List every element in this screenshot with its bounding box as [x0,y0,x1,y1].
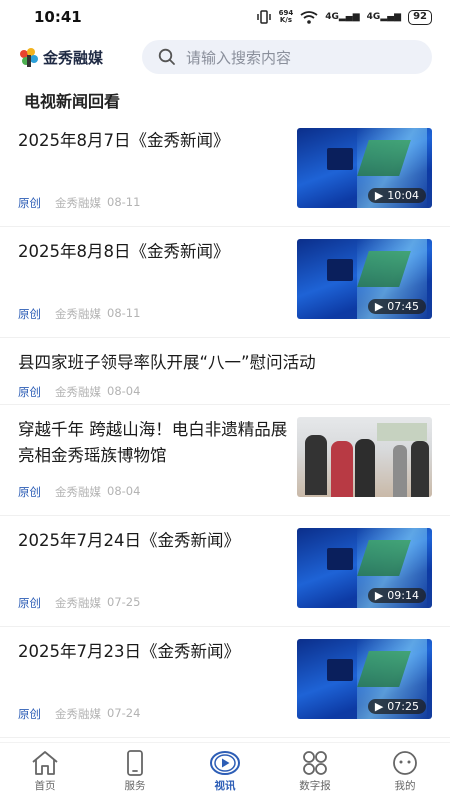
search-input[interactable]: 请输入搜索内容 [142,40,432,74]
tab-digital-paper[interactable]: 数字报 [280,750,350,793]
news-meta: 原创 金秀融媒 08-11 [18,306,140,322]
news-source: 金秀融媒 [55,196,101,210]
battery-indicator: 92 [408,9,432,25]
signal-label-2: 4G [366,12,381,22]
video-thumbnail[interactable]: ▶ 09:14 [297,528,432,608]
news-title: 2025年8月8日《金秀新闻》 [18,242,230,261]
news-date: 07-24 [107,706,141,720]
news-item[interactable]: 2025年8月7日《金秀新闻》 原创 金秀融媒 08-11 ▶ 10:04 [0,116,450,227]
profile-icon [393,751,417,775]
status-time: 10:41 [34,8,82,26]
news-item[interactable]: 穿越千年 跨越山海！电白非遗精品展亮相金秀瑶族博物馆 原创 金秀融媒 08-04 [0,405,450,516]
tab-profile[interactable]: 我的 [370,750,440,793]
play-icon: ▶ [374,589,384,602]
search-icon [158,48,175,65]
news-list: 2025年8月7日《金秀新闻》 原创 金秀融媒 08-11 ▶ 10:04 202… [0,116,450,738]
original-tag: 原创 [18,307,41,321]
news-meta: 原创 金秀融媒 08-04 [18,484,140,500]
news-date: 08-11 [107,195,141,209]
news-source: 金秀融媒 [55,485,101,499]
news-source: 金秀融媒 [55,385,101,399]
duration-text: 10:04 [387,189,419,202]
wifi-icon [300,10,318,24]
news-title: 2025年8月7日《金秀新闻》 [18,131,230,150]
original-tag: 原创 [18,196,41,210]
tab-video[interactable]: 视讯 [190,750,260,793]
video-duration: ▶ 07:25 [367,699,426,714]
news-date: 08-04 [107,484,141,498]
app-logo[interactable]: 金秀融媒 [18,46,142,68]
news-title: 2025年7月23日《金秀新闻》 [18,642,240,661]
net-speed: 694 K/s [279,10,294,24]
bottom-tab-bar: 首页 服务 视讯 数字报 我的 [0,742,450,800]
signal-icon: 4G▂▄▆ [366,12,402,22]
tab-label: 服务 [124,780,146,792]
news-date: 08-04 [107,384,141,398]
vibrate-icon [256,10,271,24]
video-thumbnail[interactable]: ▶ 10:04 [297,128,432,208]
signal-icon: 4G▂▄▆ [325,12,360,22]
original-tag: 原创 [18,485,41,499]
news-title: 县四家班子领导率队开展“八一”慰问活动 [18,353,316,372]
tab-label: 数字报 [299,780,331,792]
section-title: 电视新闻回看 [24,92,121,111]
video-duration: ▶ 07:45 [367,299,426,314]
news-source: 金秀融媒 [55,707,101,721]
tab-label: 首页 [34,780,56,792]
tab-service[interactable]: 服务 [100,750,170,793]
grid-icon [303,751,327,775]
original-tag: 原创 [18,596,41,610]
news-source: 金秀融媒 [55,307,101,321]
news-meta: 原创 金秀融媒 07-25 [18,595,140,611]
tab-label: 视讯 [214,780,236,792]
phone-icon [127,750,143,776]
news-title: 穿越千年 跨越山海！电白非遗精品展亮相金秀瑶族博物馆 [18,420,288,465]
video-thumbnail[interactable]: ▶ 07:25 [297,639,432,719]
home-icon [32,751,58,775]
play-icon: ▶ [374,189,384,202]
tab-label: 我的 [394,780,416,792]
news-item[interactable]: 县四家班子领导率队开展“八一”慰问活动 原创 金秀融媒 08-04 [0,338,450,405]
photo-thumbnail[interactable] [297,417,432,497]
video-thumbnail[interactable]: ▶ 07:45 [297,239,432,319]
play-icon [210,751,240,775]
search-placeholder: 请输入搜索内容 [186,48,292,67]
news-title: 2025年7月24日《金秀新闻》 [18,531,240,550]
video-duration: ▶ 10:04 [367,188,426,203]
news-item[interactable]: 2025年7月23日《金秀新闻》 原创 金秀融媒 07-24 ▶ 07:25 [0,627,450,738]
signal-label-1: 4G [325,12,339,22]
original-tag: 原创 [18,385,41,399]
news-meta: 原创 金秀融媒 08-04 [18,384,140,400]
duration-text: 09:14 [387,589,419,602]
play-icon: ▶ [374,300,384,313]
header: 金秀融媒 请输入搜索内容 [0,36,450,78]
original-tag: 原创 [18,707,41,721]
news-date: 07-25 [107,595,141,609]
logo-text: 金秀融媒 [43,48,104,67]
news-date: 08-11 [107,306,141,320]
news-item[interactable]: 2025年7月24日《金秀新闻》 原创 金秀融媒 07-25 ▶ 09:14 [0,516,450,627]
duration-text: 07:25 [387,700,419,713]
tab-home[interactable]: 首页 [10,750,80,793]
duration-text: 07:45 [387,300,419,313]
net-speed-unit: K/s [279,16,292,24]
status-icons: 694 K/s 4G▂▄▆ 4G▂▄▆ 92 [256,9,432,25]
play-icon: ▶ [374,700,384,713]
status-bar: 10:41 694 K/s 4G▂▄▆ 4G▂▄▆ 92 [0,0,450,34]
news-item[interactable]: 2025年8月8日《金秀新闻》 原创 金秀融媒 08-11 ▶ 07:45 [0,227,450,338]
video-duration: ▶ 09:14 [367,588,426,603]
news-meta: 原创 金秀融媒 07-24 [18,706,140,722]
logo-icon [20,48,38,67]
news-meta: 原创 金秀融媒 08-11 [18,195,140,211]
news-source: 金秀融媒 [55,596,101,610]
